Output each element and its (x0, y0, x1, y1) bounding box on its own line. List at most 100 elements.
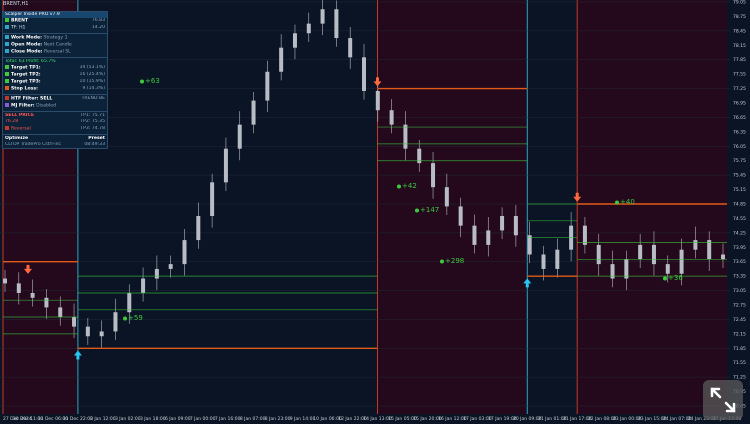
close-mode-row[interactable]: Close Mode: Reversal SL (3, 49, 107, 56)
price-tick-label: 72.15 (733, 331, 746, 337)
tp-dot-icon (123, 316, 127, 321)
profit-label-text: +59 (128, 314, 143, 322)
candle-body (638, 244, 643, 260)
symbol-label: BRENT,H1 (3, 1, 29, 7)
reversal-marker-icon (5, 125, 9, 130)
candle-body (707, 240, 712, 260)
tp-dot-icon (397, 184, 401, 189)
region-sell (577, 0, 727, 414)
candle-body (624, 259, 629, 279)
price-tick-label: 76.35 (733, 129, 746, 135)
time-tick-label: 2 Jan 12:00 (90, 416, 116, 422)
info-panel: Scalper Inside PRO v7.9 BRENT 76.83 TF: … (2, 11, 108, 150)
candle-body (306, 23, 311, 34)
time-tick-label: 7 Jan 00:00 (190, 416, 216, 422)
footer-clock: 08:49:33 (84, 141, 105, 147)
mode-marker-icon (5, 35, 9, 40)
footer-left: CLTOP TradePro Cstrl-inc (5, 141, 62, 147)
price-tick-label: 76.05 (733, 144, 746, 150)
mode-marker-icon (5, 42, 9, 47)
preset-button[interactable]: Preset (88, 136, 105, 142)
candle-body (279, 47, 284, 72)
candle-body (513, 216, 518, 236)
candle-body (72, 317, 77, 327)
panel-tf: TF: H1 (11, 25, 26, 31)
candle-body (44, 297, 49, 308)
time-tick-label: 9 Jan 14:00 (290, 416, 316, 422)
tp2-row: Target TP2: 16 (25.4%) (3, 72, 107, 79)
profit-label-text: +147 (420, 206, 439, 214)
signal-sub-row: Reversal TP3: 74.78 (3, 125, 107, 133)
filter-marker-icon (5, 95, 9, 100)
price-tick-label: 73.65 (733, 259, 746, 265)
profit-label-text: +42 (402, 182, 417, 190)
panel-tf-row: TF: H1 14.20 (3, 25, 107, 32)
signal-tp3: TP3: 74.78 (80, 125, 105, 131)
tp1-row: Target TP1: 34 (53.1%) (3, 65, 107, 72)
filter-marker-icon (5, 102, 9, 107)
profit-label-text: +63 (145, 77, 160, 85)
candle-body (541, 254, 546, 269)
candle-body (58, 307, 63, 318)
candle-body (500, 216, 505, 231)
candle-body (265, 71, 270, 101)
stoploss-row: Stop Loss: 9 (14.3%) (3, 86, 107, 93)
candle-body (486, 230, 491, 245)
price-tick-label: 77.55 (733, 72, 746, 78)
candle-body (555, 249, 560, 269)
mj-filter-row[interactable]: MJ Filter: Disabled (3, 102, 107, 110)
price-tick-label: 73.35 (733, 274, 746, 280)
tp-dot-icon (440, 259, 444, 264)
htf-filter-row[interactable]: HTF Filter: SELL TREND BE (3, 95, 107, 103)
panel-divider (3, 33, 107, 35)
candle-body (237, 124, 242, 149)
tf-marker-icon (5, 25, 9, 30)
candle-body (251, 100, 256, 125)
time-tick-label: 8 Jan 07:00 (240, 416, 266, 422)
signal-sub: Reversal (11, 126, 31, 132)
mode-marker-icon (5, 49, 9, 54)
price-tick-label: 71.85 (733, 346, 746, 352)
tp3-row: Target TP3: 10 (15.9%) (3, 79, 107, 86)
candle-body (99, 331, 104, 337)
price-chart[interactable]: +63 +59 +42 +147 +298 +40 +36 79.05 78.75 78.45 78… (0, 0, 750, 424)
tp-dot-icon (415, 208, 419, 213)
tp-dot-icon (663, 276, 667, 281)
candle-body (334, 9, 339, 39)
candle-body (223, 148, 228, 183)
candle-body (320, 9, 325, 24)
candle-body (458, 206, 463, 226)
time-tick-label: 7 Jan 16:00 (215, 416, 241, 422)
price-tick-label: 74.85 (733, 202, 746, 208)
profit-label-text: +36 (668, 274, 683, 282)
price-tick-label: 73.95 (733, 245, 746, 251)
candle-body (665, 264, 670, 274)
candle-body (375, 90, 380, 111)
price-tick-label: 72.75 (733, 303, 746, 309)
time-tick-label: 6 Jan 09:00 (165, 416, 191, 422)
tp-marker-icon (5, 79, 9, 84)
work-mode-row[interactable]: Work Mode: Strategy 1 (3, 35, 107, 42)
candle-body (127, 292, 132, 313)
panel-divider (3, 110, 107, 112)
panel-footer: CLTOP TradePro Cstrl-inc 08:49:33 (3, 142, 107, 148)
open-mode-row[interactable]: Open Mode: Next Candle (3, 42, 107, 49)
candle-body (693, 240, 698, 250)
panel-symbol-row: BRENT 76.83 (3, 18, 107, 25)
candle-body (582, 225, 587, 245)
price-tick-label: 73.05 (733, 288, 746, 294)
time-tick-label: 31 Dec 22:00 (63, 416, 93, 422)
price-tick-label: 75.45 (733, 173, 746, 179)
candle-body (154, 268, 159, 279)
price-tick-label: 79.05 (733, 0, 746, 6)
candle-body (362, 57, 366, 91)
time-tick-label: 8 Jan 23:00 (265, 416, 291, 422)
region-buy (77, 0, 378, 414)
candle-body (679, 249, 684, 274)
chart-window: +63 +59 +42 +147 +298 +40 +36 79.05 78.75 78.45 78… (0, 0, 750, 424)
panel-symbol: BRENT (11, 18, 29, 24)
candle-body (196, 216, 201, 241)
signal-price: 76.28 (5, 119, 19, 125)
zoom-button[interactable] (703, 380, 743, 420)
candle-body (472, 225, 477, 245)
